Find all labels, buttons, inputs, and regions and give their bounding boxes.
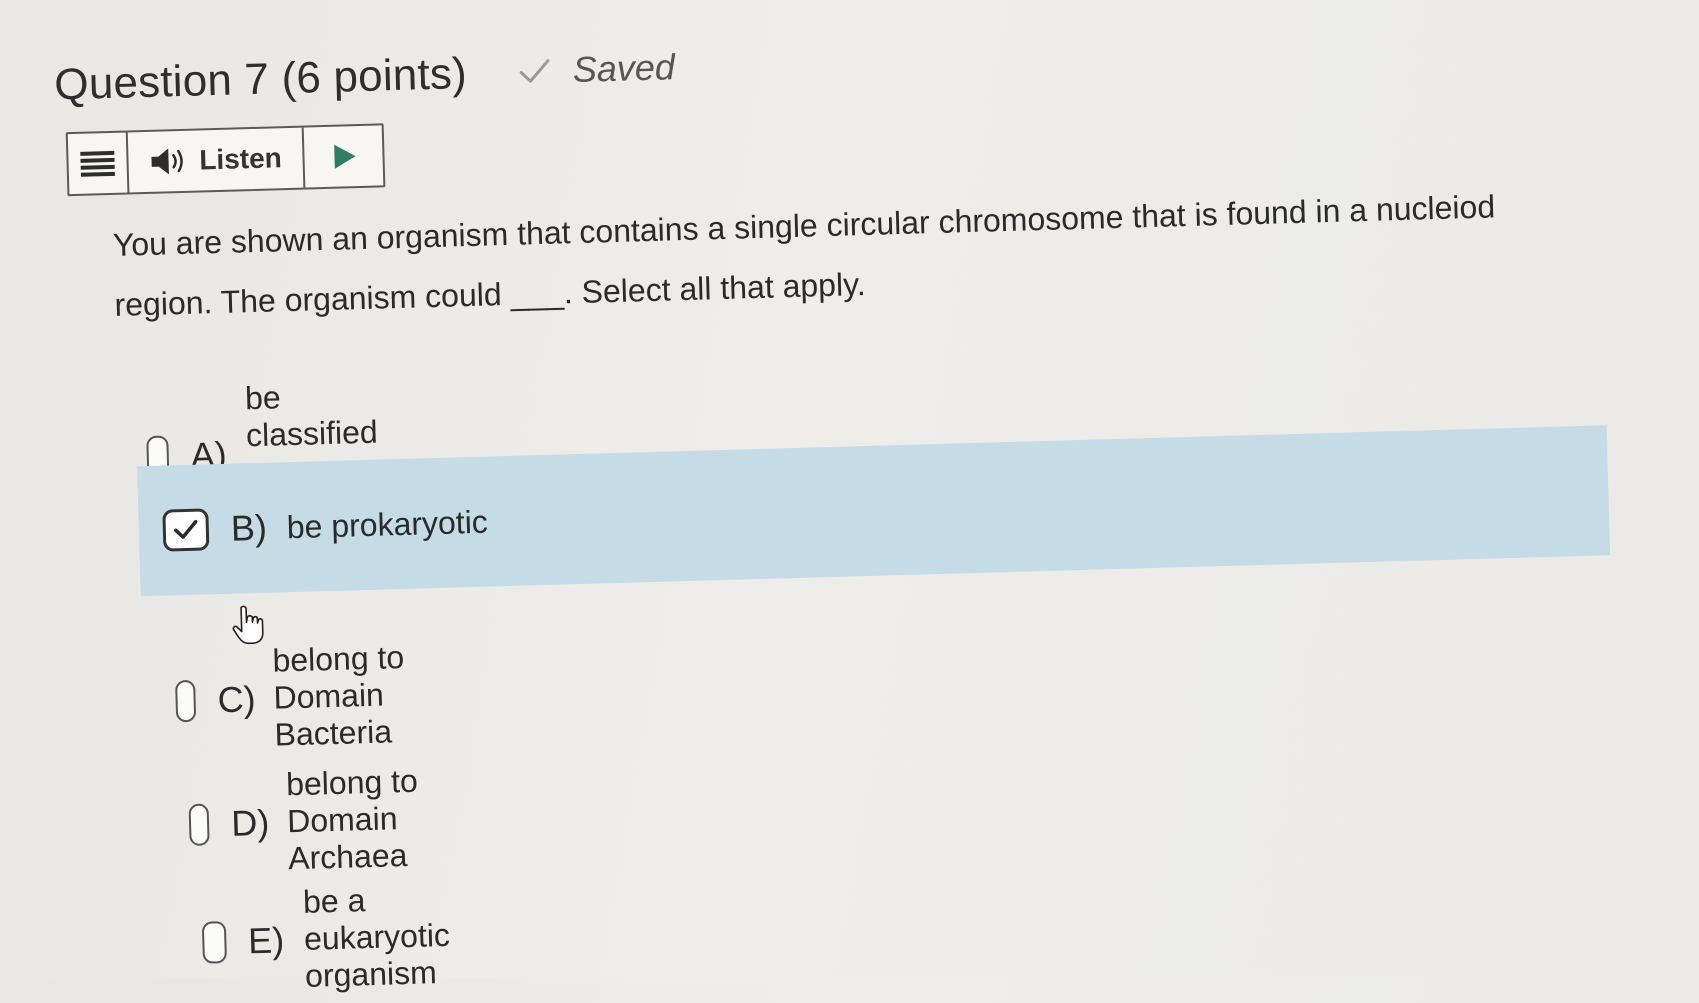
read-aloud-toolbar: Listen [65,123,386,197]
play-icon [334,144,356,169]
option-e-letter: E) [247,918,285,961]
save-status: Saved [516,46,675,92]
option-c-text: belong to Domain Bacteria [272,638,405,753]
option-b-text: be prokaryotic [286,503,489,545]
option-d-letter: D) [230,801,270,844]
saved-check-icon [519,59,550,83]
option-b-letter: B) [230,506,268,549]
saved-status-text: Saved [572,46,676,91]
read-aloud-menu-button[interactable] [67,132,130,195]
option-d[interactable]: D) belong to Domain Archaea [188,762,434,880]
quiz-page: Question 7 (6 points) Saved Listen You a… [0,0,1699,1000]
listen-button[interactable]: Listen [127,127,306,193]
option-d-text: belong to Domain Archaea [285,762,419,877]
checkbox-d[interactable] [188,802,210,846]
question-prompt: You are shown an organism that contains … [112,174,1595,335]
checkbox-e[interactable] [201,920,227,964]
checkbox-c[interactable] [175,679,197,722]
question-header: Question 7 (6 points) Saved [54,43,676,110]
option-c-letter: C) [217,677,257,720]
checkbox-b[interactable] [162,508,210,552]
hand-pointer-cursor [232,605,264,645]
listen-label: Listen [198,142,283,176]
speaker-icon [151,148,183,175]
option-c[interactable]: C) belong to Domain Bacteria [174,639,418,757]
menu-icon [80,150,115,177]
option-e[interactable]: E) be a eukaryotic organism [201,879,474,997]
checkmark-icon [174,519,198,539]
play-button[interactable] [304,125,384,187]
question-title: Question 7 (6 points) [53,49,468,110]
